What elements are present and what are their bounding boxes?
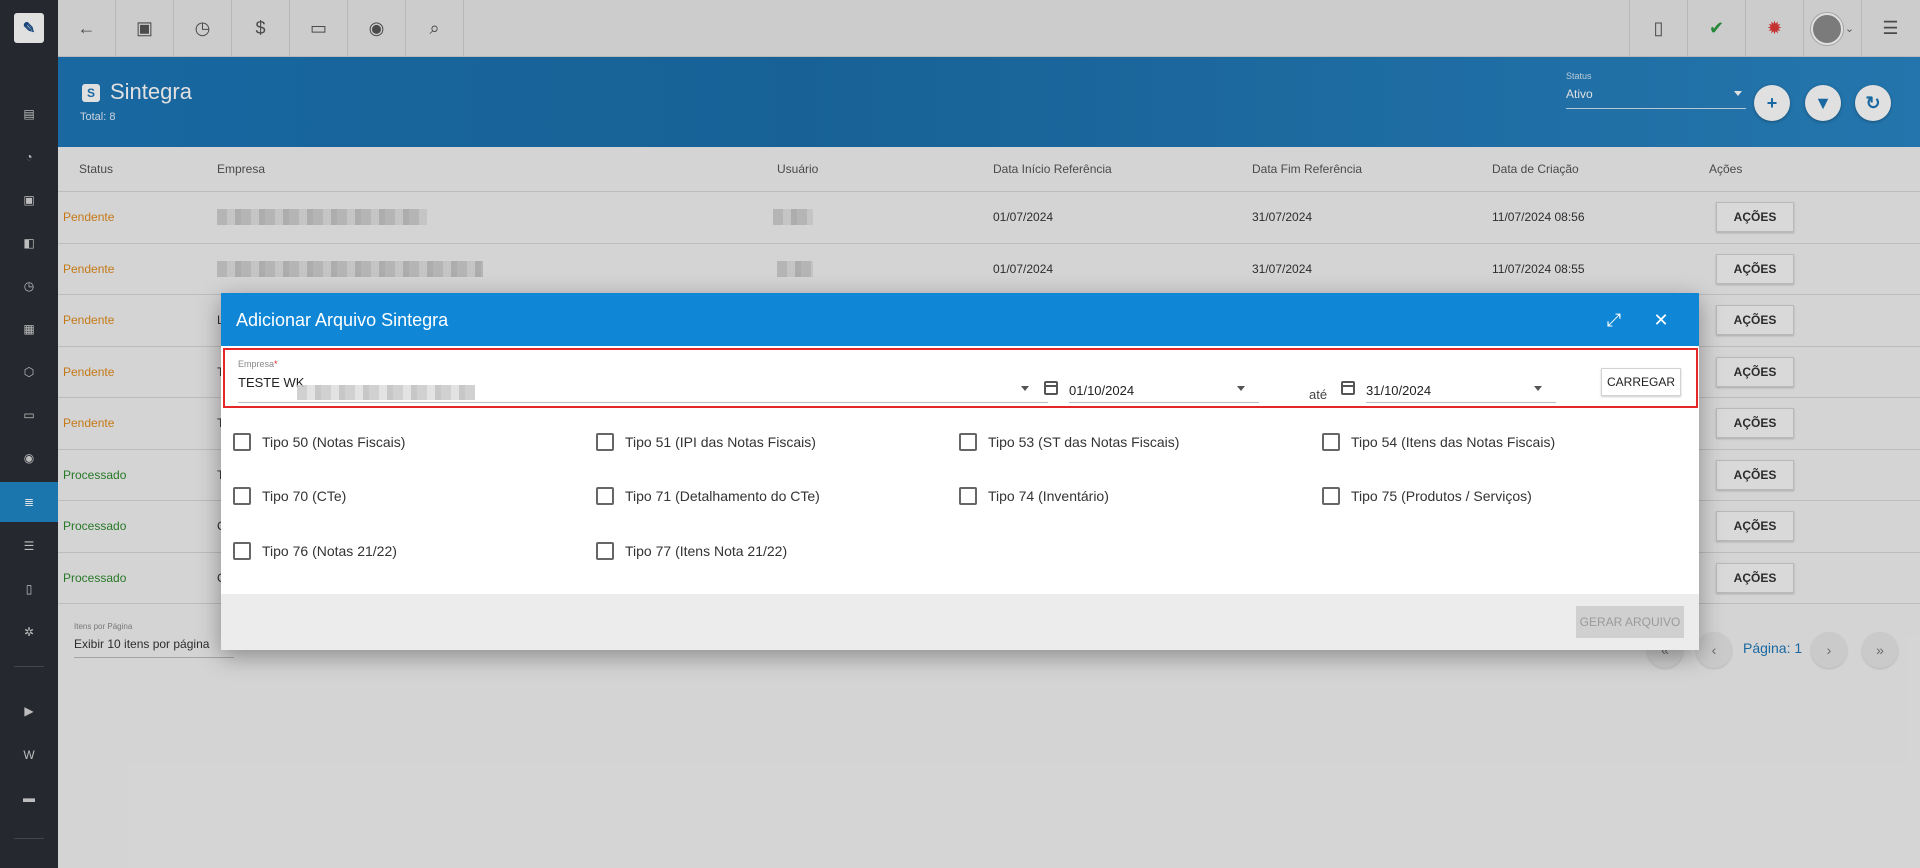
date-end-underline — [1366, 402, 1556, 403]
close-icon[interactable]: ✕ — [1648, 307, 1674, 333]
fullscreen-icon[interactable]: ⤢ — [1601, 307, 1627, 333]
checkbox-tipo-71[interactable]: Tipo 71 (Detalhamento do CTe) — [596, 487, 820, 505]
chevron-down-icon[interactable] — [1237, 386, 1245, 391]
empresa-field[interactable]: Empresa* TESTE WK — [238, 359, 304, 390]
checkbox-box[interactable] — [233, 542, 251, 560]
checkbox-tipo-76[interactable]: Tipo 76 (Notas 21/22) — [233, 542, 397, 560]
add-sintegra-dialog: Adicionar Arquivo Sintegra ⤢ ✕ Empresa* … — [221, 293, 1699, 650]
checkbox-label: Tipo 70 (CTe) — [262, 488, 347, 504]
checkbox-label: Tipo 71 (Detalhamento do CTe) — [625, 488, 820, 504]
date-start-input[interactable]: 01/10/2024 — [1069, 383, 1134, 398]
checkbox-label: Tipo 76 (Notas 21/22) — [262, 543, 397, 559]
checkbox-label: Tipo 75 (Produtos / Serviços) — [1351, 488, 1532, 504]
checkbox-tipo-54[interactable]: Tipo 54 (Itens das Notas Fiscais) — [1322, 433, 1555, 451]
calendar-icon[interactable] — [1341, 381, 1355, 395]
dialog-title: Adicionar Arquivo Sintegra — [236, 310, 449, 330]
checkbox-label: Tipo 51 (IPI das Notas Fiscais) — [625, 434, 816, 450]
dialog-header: Adicionar Arquivo Sintegra ⤢ ✕ — [221, 293, 1699, 346]
filter-row-highlight: Empresa* TESTE WK 01/10/2024 até 31/10/2… — [223, 348, 1698, 408]
checkbox-tipo-74[interactable]: Tipo 74 (Inventário) — [959, 487, 1109, 505]
chevron-down-icon[interactable] — [1021, 386, 1029, 391]
dialog-footer: GERAR ARQUIVO — [221, 594, 1699, 650]
date-end-input[interactable]: 31/10/2024 — [1366, 383, 1431, 398]
checkbox-tipo-51[interactable]: Tipo 51 (IPI das Notas Fiscais) — [596, 433, 816, 451]
checkbox-box[interactable] — [959, 433, 977, 451]
checkbox-tipo-50[interactable]: Tipo 50 (Notas Fiscais) — [233, 433, 405, 451]
checkbox-label: Tipo 74 (Inventário) — [988, 488, 1109, 504]
checkbox-box[interactable] — [596, 487, 614, 505]
checkbox-box[interactable] — [1322, 433, 1340, 451]
empresa-underline — [238, 402, 1048, 403]
checkbox-box[interactable] — [233, 487, 251, 505]
checkbox-box[interactable] — [233, 433, 251, 451]
checkbox-label: Tipo 53 (ST das Notas Fiscais) — [988, 434, 1180, 450]
checkbox-box[interactable] — [596, 433, 614, 451]
checkbox-label: Tipo 54 (Itens das Notas Fiscais) — [1351, 434, 1556, 450]
checkbox-label: Tipo 77 (Itens Nota 21/22) — [625, 543, 788, 559]
empresa-redacted — [297, 385, 475, 400]
checkbox-tipo-75[interactable]: Tipo 75 (Produtos / Serviços) — [1322, 487, 1532, 505]
checkbox-box[interactable] — [1322, 487, 1340, 505]
empresa-label: Empresa — [238, 359, 275, 369]
carregar-button[interactable]: CARREGAR — [1601, 368, 1681, 396]
ate-label: até — [1309, 387, 1328, 402]
checkbox-tipo-77[interactable]: Tipo 77 (Itens Nota 21/22) — [596, 542, 787, 560]
checkbox-tipo-53[interactable]: Tipo 53 (ST das Notas Fiscais) — [959, 433, 1179, 451]
empresa-value: TESTE WK — [238, 375, 305, 390]
gerar-arquivo-button[interactable]: GERAR ARQUIVO — [1576, 606, 1684, 638]
chevron-down-icon[interactable] — [1534, 386, 1542, 391]
required-mark: * — [274, 359, 278, 369]
calendar-icon[interactable] — [1044, 381, 1058, 395]
checkbox-box[interactable] — [596, 542, 614, 560]
checkbox-box[interactable] — [959, 487, 977, 505]
checkbox-tipo-70[interactable]: Tipo 70 (CTe) — [233, 487, 346, 505]
checkbox-label: Tipo 50 (Notas Fiscais) — [262, 434, 406, 450]
date-start-underline — [1069, 402, 1259, 403]
